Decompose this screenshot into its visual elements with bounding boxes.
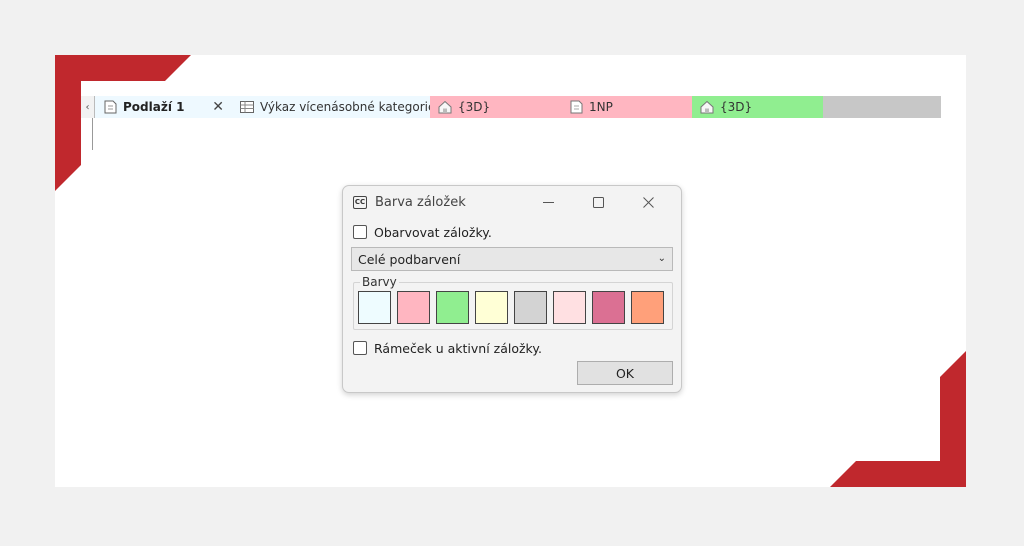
colors-group-label: Barvy bbox=[360, 275, 399, 289]
schedule-table-icon bbox=[240, 100, 254, 114]
dialog-titlebar[interactable]: CC Barva záložek bbox=[343, 186, 681, 218]
red-corner-decoration-top-left bbox=[55, 55, 191, 191]
view-tab-bar: ‹ Podlaží 1 ✕ Výkaz vícenásobné kategori… bbox=[81, 96, 941, 118]
tab-1np[interactable]: 1NP bbox=[561, 96, 692, 118]
tab-podlazi-1[interactable]: Podlaží 1 ✕ bbox=[95, 96, 232, 118]
tab-label: {3D} bbox=[458, 100, 491, 114]
tab-vykaz[interactable]: Výkaz vícenásobné kategorie bbox=[232, 96, 435, 118]
app-icon: CC bbox=[353, 195, 367, 209]
tab-bar-empty-area bbox=[823, 96, 941, 118]
floor-plan-icon bbox=[103, 100, 117, 114]
chevron-down-icon: ⌄ bbox=[657, 253, 666, 264]
house-3d-icon bbox=[438, 100, 452, 114]
floor-plan-icon bbox=[569, 100, 583, 114]
tab-color-dialog: CC Barva záložek Obarvovat záložky. Celé… bbox=[342, 185, 682, 393]
tab-label: Podlaží 1 bbox=[123, 100, 185, 114]
maximize-button[interactable] bbox=[573, 186, 623, 218]
color-swatch-8[interactable] bbox=[631, 291, 664, 324]
tab-label: 1NP bbox=[589, 100, 613, 114]
house-3d-icon bbox=[700, 100, 714, 114]
active-tab-frame-option[interactable]: Rámeček u aktivní záložky. bbox=[343, 339, 681, 357]
color-tabs-option[interactable]: Obarvovat záložky. bbox=[343, 223, 681, 241]
coloring-mode-select[interactable]: Celé podbarvení ⌄ bbox=[351, 247, 673, 271]
dialog-title: Barva záložek bbox=[375, 194, 466, 210]
close-tab-icon[interactable]: ✕ bbox=[212, 99, 224, 115]
tab-3d-first[interactable]: {3D} bbox=[430, 96, 561, 118]
maximize-icon bbox=[592, 196, 604, 208]
tab-label: Výkaz vícenásobné kategorie bbox=[260, 100, 436, 114]
tab-label: {3D} bbox=[720, 100, 753, 114]
tab-scroll-left-button[interactable]: ‹ bbox=[81, 96, 95, 118]
active-tab-frame-checkbox[interactable] bbox=[353, 341, 367, 355]
close-icon bbox=[642, 196, 654, 208]
colors-group: Barvy bbox=[353, 275, 673, 330]
color-tabs-checkbox[interactable] bbox=[353, 225, 367, 239]
color-swatch-4[interactable] bbox=[475, 291, 508, 324]
tab-3d-second[interactable]: {3D} bbox=[692, 96, 823, 118]
red-corner-decoration-bottom-right bbox=[830, 351, 966, 487]
color-swatch-5[interactable] bbox=[514, 291, 547, 324]
color-swatch-7[interactable] bbox=[592, 291, 625, 324]
color-swatch-6[interactable] bbox=[553, 291, 586, 324]
color-tabs-label: Obarvovat záložky. bbox=[374, 224, 492, 240]
close-button[interactable] bbox=[623, 186, 673, 218]
color-swatch-1[interactable] bbox=[358, 291, 391, 324]
color-swatch-row bbox=[358, 291, 664, 324]
minimize-icon bbox=[542, 201, 554, 203]
coloring-mode-value: Celé podbarvení bbox=[358, 251, 461, 267]
color-swatch-2[interactable] bbox=[397, 291, 430, 324]
minimize-button[interactable] bbox=[523, 186, 573, 218]
content-card: ‹ Podlaží 1 ✕ Výkaz vícenásobné kategori… bbox=[55, 55, 966, 487]
active-tab-frame-label: Rámeček u aktivní záložky. bbox=[374, 340, 542, 356]
view-area-left-edge bbox=[81, 118, 93, 150]
ok-button[interactable]: OK bbox=[577, 361, 673, 385]
color-swatch-3[interactable] bbox=[436, 291, 469, 324]
